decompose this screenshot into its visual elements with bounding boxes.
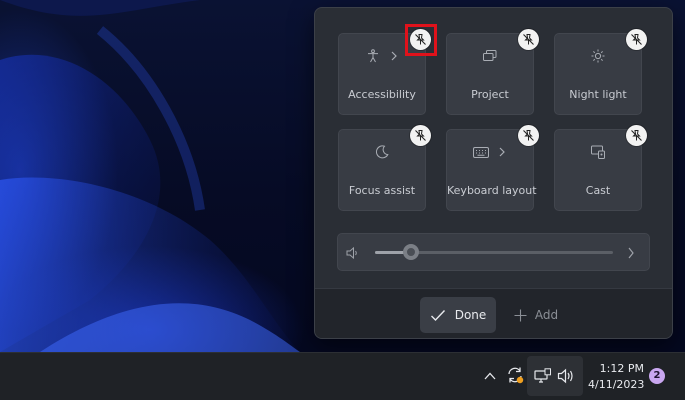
unpin-accessibility-button[interactable] <box>410 29 431 50</box>
chevron-right-icon <box>497 145 507 159</box>
notification-badge[interactable]: 2 <box>649 368 665 384</box>
unpin-night-light-button[interactable] <box>626 29 647 50</box>
unpin-icon <box>523 34 534 45</box>
unpin-icon <box>631 130 642 141</box>
sync-icon[interactable] <box>505 365 525 385</box>
volume-icon[interactable] <box>556 367 576 385</box>
tile-label: Project <box>471 88 509 101</box>
tile-label: Accessibility <box>348 88 416 101</box>
clock-time: 1:12 PM <box>599 362 644 375</box>
accessibility-icon <box>365 48 381 64</box>
add-button-label: Add <box>534 308 559 322</box>
unpin-project-button[interactable] <box>518 29 539 50</box>
unpin-icon <box>415 130 426 141</box>
tile-label: Cast <box>585 184 611 197</box>
unpin-keyboard-layout-button[interactable] <box>518 125 539 146</box>
unpin-cast-button[interactable] <box>626 125 647 146</box>
done-button-label: Done <box>454 308 487 322</box>
keyboard-icon <box>473 144 489 160</box>
tile-label: Focus assist <box>348 184 416 197</box>
plus-icon <box>514 309 527 321</box>
tile-label: Night light <box>569 88 627 101</box>
project-icon <box>482 48 498 64</box>
chevron-up-icon[interactable] <box>482 368 498 384</box>
network-icon[interactable] <box>533 367 553 385</box>
cast-icon <box>590 144 606 160</box>
clock-date: 4/11/2023 <box>588 378 645 391</box>
unpin-focus-assist-button[interactable] <box>410 125 431 146</box>
unpin-icon <box>631 34 642 45</box>
focus-assist-icon <box>374 144 390 160</box>
chevron-right-icon[interactable] <box>627 245 637 259</box>
add-button[interactable]: Add <box>506 297 566 333</box>
tile-label: Keyboard layout <box>447 184 537 197</box>
unpin-icon <box>415 34 426 45</box>
done-button[interactable]: Done <box>420 297 496 333</box>
night-light-icon <box>590 48 606 64</box>
checkmark-icon <box>430 309 445 321</box>
unpin-icon <box>523 130 534 141</box>
taskbar-clock[interactable]: 1:12 PM 4/11/2023 <box>588 361 644 393</box>
volume-thumb[interactable] <box>402 244 419 260</box>
volume-slider-row <box>337 233 650 271</box>
chevron-right-icon <box>389 49 399 63</box>
speaker-icon <box>346 245 360 260</box>
